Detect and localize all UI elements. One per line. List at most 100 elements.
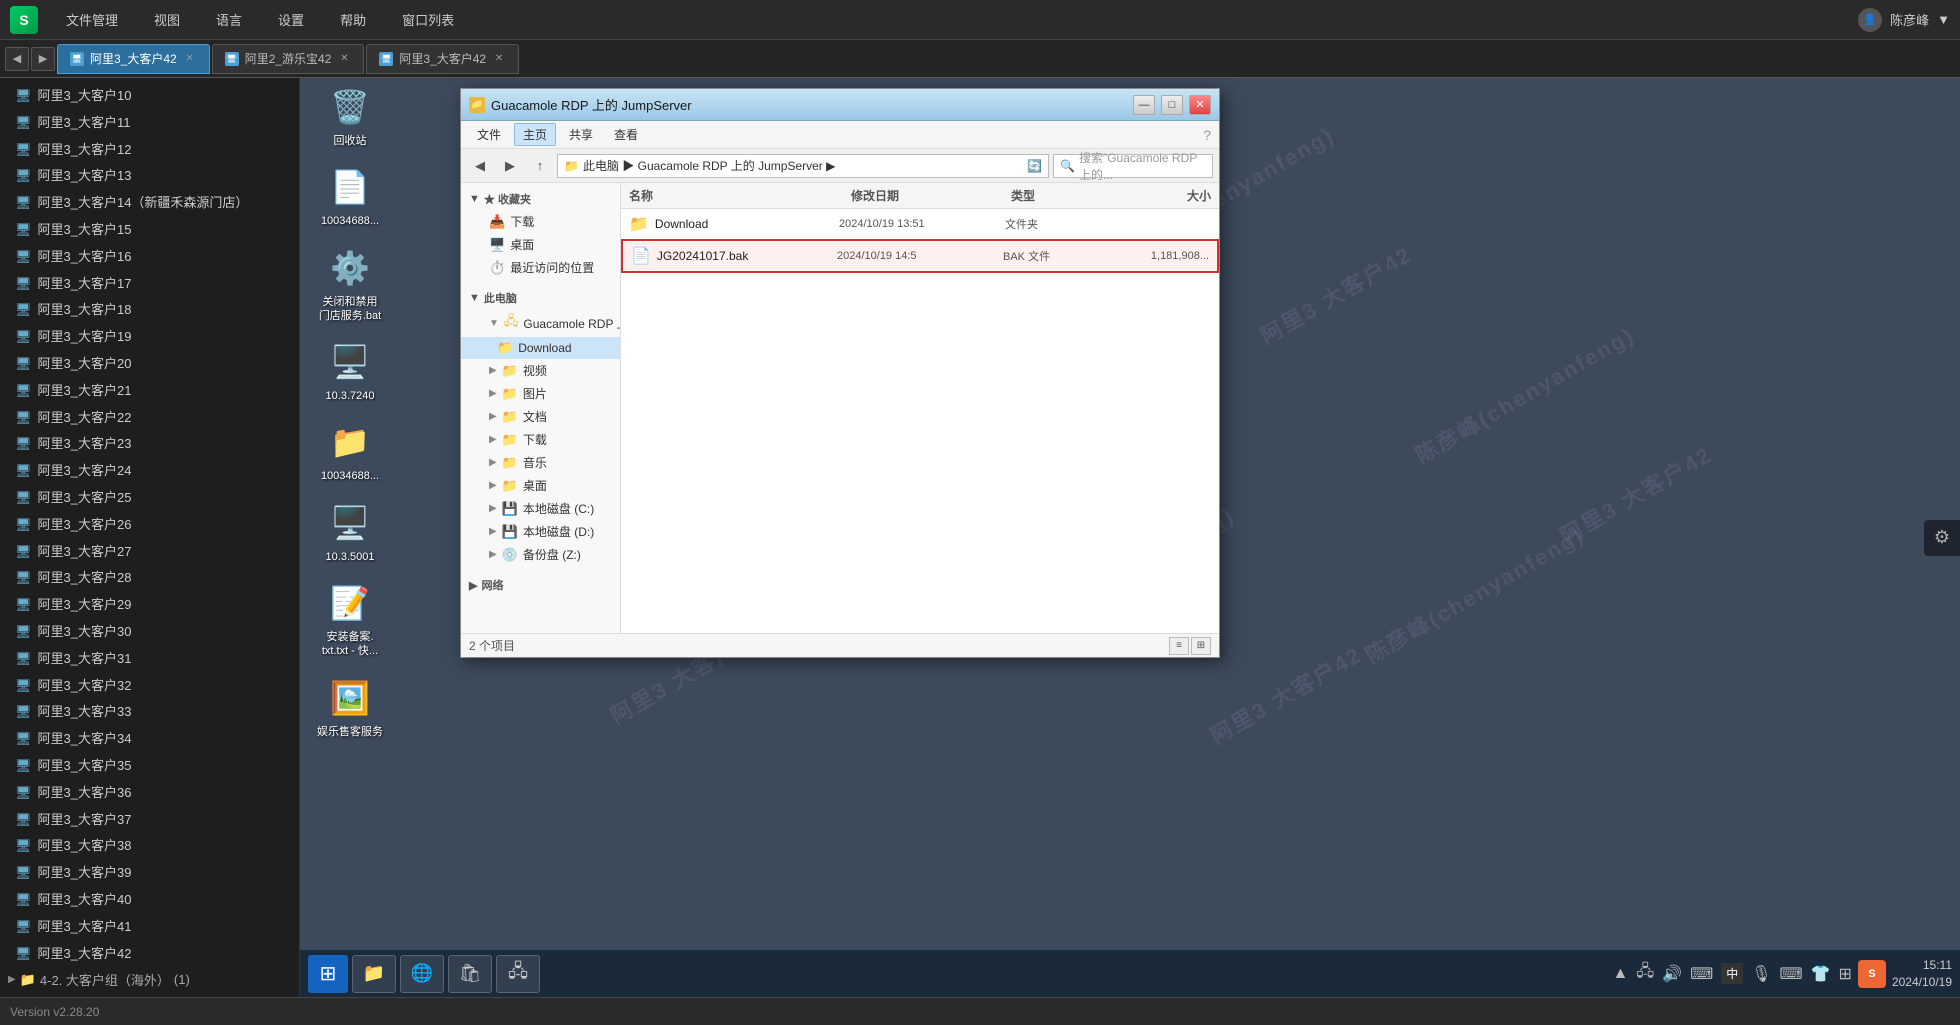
dropdown-arrow[interactable]: ▼ — [1937, 12, 1950, 27]
grid-view-button[interactable]: ⊞ — [1191, 637, 1211, 655]
col-name-header[interactable]: 名称 — [629, 187, 851, 204]
sidebar-item-customer36[interactable]: 🖥 阿里3_大客户36 — [0, 780, 299, 807]
sidebar-item-customer18[interactable]: 🖥 阿里3_大客户18 — [0, 297, 299, 324]
nav-desktop[interactable]: 🖥️ 桌面 — [461, 233, 620, 256]
menu-file[interactable]: 文件 — [469, 124, 509, 145]
tab-nav-left[interactable]: ◀ — [5, 47, 29, 71]
sidebar-item-customer32[interactable]: 🖥 阿里3_大客户32 — [0, 673, 299, 700]
group-overseas[interactable]: ▶ 📁 4-2. 大客户组（海外） (1) — [0, 967, 299, 992]
sidebar-item-customer30[interactable]: 🖥 阿里3_大客户30 — [0, 619, 299, 646]
sidebar-item-customer19[interactable]: 🖥 阿里3_大客户19 — [0, 324, 299, 351]
tab-ali3-customer42-1[interactable]: 🖥 阿里3_大客户42 ✕ — [57, 44, 210, 74]
sidebar-item-customer25[interactable]: 🖥 阿里3_大客户25 — [0, 485, 299, 512]
back-button[interactable]: ◀ — [467, 153, 493, 179]
nav-documents[interactable]: ▶ 📁 文档 — [461, 405, 620, 428]
keyboard-icon[interactable]: ⌨ — [1780, 964, 1803, 984]
address-refresh[interactable]: 🔄 — [1027, 159, 1042, 173]
start-button[interactable]: ⊞ — [308, 955, 348, 993]
menu-share[interactable]: 共享 — [561, 124, 601, 145]
search-box[interactable]: 🔍 搜索"Guacamole RDP 上的... — [1053, 154, 1213, 178]
sidebar-item-customer42[interactable]: 🖥 阿里3_大客户42 — [0, 941, 299, 968]
menu-view[interactable]: 查看 — [606, 124, 646, 145]
tab-nav-right[interactable]: ▶ — [31, 47, 55, 71]
sidebar-item-customer34[interactable]: 🖥 阿里3_大客户34 — [0, 726, 299, 753]
sidebar-item-customer39[interactable]: 🖥 阿里3_大客户39 — [0, 860, 299, 887]
nav-drive-z[interactable]: ▶ 💿 备份盘 (Z:) — [461, 543, 620, 566]
menu-language[interactable]: 语言 — [208, 6, 250, 33]
address-bar[interactable]: 📁 此电脑 ▶ Guacamole RDP 上的 JumpServer ▶ 🔄 — [557, 154, 1049, 178]
help-icon[interactable]: ? — [1203, 127, 1211, 143]
menu-settings[interactable]: 设置 — [270, 6, 312, 33]
sidebar-item-customer37[interactable]: 🖥 阿里3_大客户37 — [0, 807, 299, 834]
list-view-button[interactable]: ≡ — [1169, 637, 1189, 655]
col-date-header[interactable]: 修改日期 — [851, 187, 1011, 204]
sidebar-item-customer28[interactable]: 🖥 阿里3_大客户28 — [0, 565, 299, 592]
taskbar-store[interactable]: 🛍 — [448, 955, 492, 993]
menu-home[interactable]: 主页 — [514, 123, 556, 146]
desktop-icon-service[interactable]: 🖼️ 娱乐售客服务 — [310, 674, 390, 739]
nav-recent[interactable]: ⏱️ 最近访问的位置 — [461, 256, 620, 279]
network-tray-icon[interactable]: 🖧 — [1636, 960, 1654, 987]
shirt-icon[interactable]: 👕 — [1811, 964, 1831, 984]
menu-window-list[interactable]: 窗口列表 — [394, 6, 462, 33]
sidebar-item-customer35[interactable]: 🖥 阿里3_大客户35 — [0, 753, 299, 780]
col-size-header[interactable]: 大小 — [1111, 187, 1211, 204]
taskbar-explorer[interactable]: 📁 — [352, 955, 396, 993]
maximize-button[interactable]: □ — [1161, 95, 1183, 115]
desktop-icon-install[interactable]: 📝 安装备案.txt.txt - 快... — [310, 579, 390, 659]
forward-button[interactable]: ▶ — [497, 153, 523, 179]
sidebar-item-customer12[interactable]: 🖥 阿里3_大客户12 — [0, 137, 299, 164]
sidebar-item-customer20[interactable]: 🖥 阿里3_大客户20 — [0, 351, 299, 378]
input-icon[interactable]: ⌨ — [1690, 964, 1713, 984]
volume-icon[interactable]: 🔊 — [1662, 964, 1682, 984]
taskbar-browser[interactable]: 🌐 — [400, 955, 444, 993]
microphone-icon[interactable]: 🎙 — [1751, 964, 1771, 984]
sidebar-item-customer27[interactable]: 🖥 阿里3_大客户27 — [0, 539, 299, 566]
sidebar-item-customer29[interactable]: 🖥 阿里3_大客户29 — [0, 592, 299, 619]
nav-drive-d[interactable]: ▶ 💾 本地磁盘 (D:) — [461, 520, 620, 543]
sidebar-item-customer26[interactable]: 🖥 阿里3_大客户26 — [0, 512, 299, 539]
nav-download-folder[interactable]: 📁 Download — [461, 337, 620, 359]
remote-desktop[interactable]: 陈彦峰(chenyanfeng) 阿里3 大客户42 陈彦峰(chenyanfe… — [300, 78, 1960, 997]
desktop-icon-shutdown[interactable]: ⚙️ 关闭和禁用门店服务.bat — [310, 244, 390, 324]
menu-file-management[interactable]: 文件管理 — [58, 6, 126, 33]
sidebar-item-customer24[interactable]: 🖥 阿里3_大客户24 — [0, 458, 299, 485]
sidebar-item-customer33[interactable]: 🖥 阿里3_大客户33 — [0, 699, 299, 726]
sidebar-item-customer31[interactable]: 🖥 阿里3_大客户31 — [0, 646, 299, 673]
sidebar-item-customer38[interactable]: 🖥 阿里3_大客户38 — [0, 833, 299, 860]
sohu-logo[interactable]: S — [1858, 960, 1886, 988]
up-button[interactable]: ↑ — [527, 153, 553, 179]
tab-ali3-customer42-3[interactable]: 🖥 阿里3_大客户42 ✕ — [366, 44, 519, 74]
nav-music[interactable]: ▶ 📁 音乐 — [461, 451, 620, 474]
close-button[interactable]: ✕ — [1189, 95, 1211, 115]
desktop-icon-recycle[interactable]: 🗑️ 回收站 — [310, 83, 390, 148]
desktop-icon-file2[interactable]: 📁 10034688... — [310, 418, 390, 483]
settings-float-button[interactable]: ⚙ — [1924, 520, 1960, 556]
apps-icon[interactable]: ⊞ — [1839, 964, 1852, 984]
sidebar-item-customer17[interactable]: 🖥 阿里3_大客户17 — [0, 271, 299, 298]
sidebar-item-customer22[interactable]: 🖥 阿里3_大客户22 — [0, 405, 299, 432]
nav-downloads2[interactable]: ▶ 📁 下载 — [461, 428, 620, 451]
tab-close-2[interactable]: ✕ — [337, 52, 351, 66]
sidebar-item-customer10[interactable]: 🖥 阿里3_大客户10 — [0, 83, 299, 110]
col-type-header[interactable]: 类型 — [1011, 187, 1111, 204]
sidebar-item-customer13[interactable]: 🖥 阿里3_大客户13 — [0, 163, 299, 190]
tab-close-1[interactable]: ✕ — [183, 52, 197, 66]
desktop-icon-ip2[interactable]: 🖥️ 10.3.5001 — [310, 499, 390, 564]
tab-close-3[interactable]: ✕ — [492, 52, 506, 66]
nav-desktop2[interactable]: ▶ 📁 桌面 — [461, 474, 620, 497]
sidebar-item-customer23[interactable]: 🖥 阿里3_大客户23 — [0, 431, 299, 458]
minimize-button[interactable]: — — [1133, 95, 1155, 115]
nav-drive-c[interactable]: ▶ 💾 本地磁盘 (C:) — [461, 497, 620, 520]
file-row-bak[interactable]: 📄 JG20241017.bak 2024/10/19 14:5 BAK 文件 … — [621, 239, 1219, 273]
nav-downloads[interactable]: 📥 下载 — [461, 210, 620, 233]
input-method-indicator[interactable]: 中 — [1721, 963, 1743, 984]
menu-view[interactable]: 视图 — [146, 6, 188, 33]
sidebar-item-customer21[interactable]: 🖥 阿里3_大客户21 — [0, 378, 299, 405]
nav-videos[interactable]: ▶ 📁 视频 — [461, 359, 620, 382]
desktop-icon-file1[interactable]: 📄 10034688... — [310, 163, 390, 228]
taskbar-network[interactable]: 🖧 — [496, 955, 540, 993]
sidebar-item-customer40[interactable]: 🖥 阿里3_大客户40 — [0, 887, 299, 914]
sidebar-item-customer15[interactable]: 🖥 阿里3_大客户15 — [0, 217, 299, 244]
sidebar-item-customer41[interactable]: 🖥 阿里3_大客户41 — [0, 914, 299, 941]
